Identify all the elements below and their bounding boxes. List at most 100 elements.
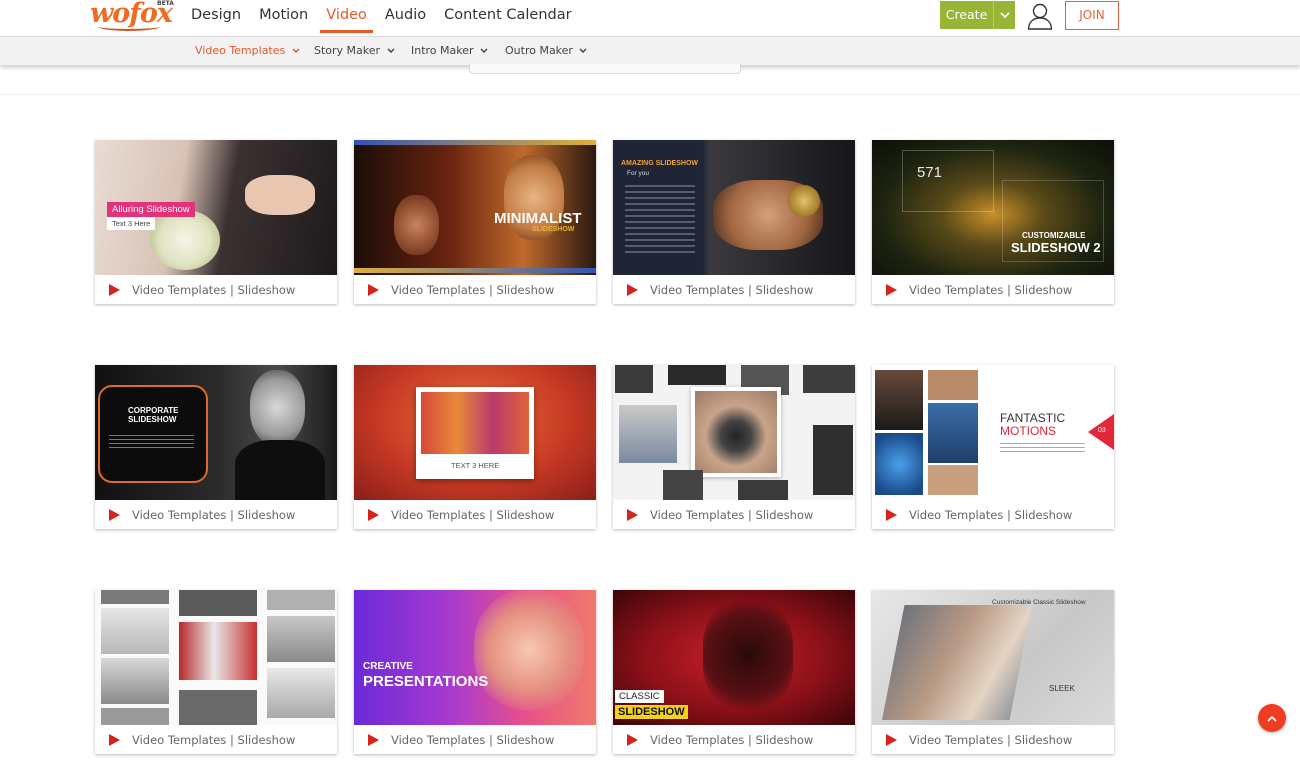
thumbnail-subtitle: SLIDESHOW — [532, 226, 575, 233]
top-navbar: wofox BETA Design Motion Video Audio Con… — [0, 0, 1300, 36]
thumbnail-counter: 03 — [1098, 427, 1106, 434]
body-text-lines — [625, 185, 695, 255]
collage-photo — [101, 658, 169, 704]
subnav-item-story-maker[interactable]: Story Maker — [314, 37, 395, 65]
face-shape — [250, 370, 305, 445]
color-strip — [354, 140, 596, 145]
template-meta: Video Templates | Slideshow — [872, 275, 1114, 304]
subnav-item-outro-maker[interactable]: Outro Maker — [505, 37, 587, 65]
template-thumbnail[interactable]: CORPORATE SLIDESHOW — [95, 365, 337, 500]
collage-photo — [101, 608, 169, 654]
subnav-label: Intro Maker — [411, 44, 474, 57]
body-text-lines — [1000, 443, 1085, 455]
photo-panel — [882, 605, 1032, 720]
nav-item-design[interactable]: Design — [191, 0, 241, 32]
template-thumbnail[interactable]: CREATIVE PRESENTATIONS — [354, 590, 596, 725]
template-card[interactable]: Alluring Slideshow Text 3 Here Video Tem… — [95, 140, 337, 304]
template-thumbnail[interactable]: Customizable Classic Slideshow SLEEK — [872, 590, 1114, 725]
search-bar-edge[interactable] — [469, 64, 741, 74]
template-thumbnail[interactable]: CLASSIC SLIDESHOW — [613, 590, 855, 725]
template-category: Video Templates | Slideshow — [132, 282, 296, 297]
create-button-label: Create — [940, 1, 994, 29]
template-card[interactable]: 571 CUSTOMIZABLE SLIDESHOW 2 Video Templ… — [872, 140, 1114, 304]
template-meta: Video Templates | Slideshow — [95, 275, 337, 304]
collage-photo — [663, 470, 703, 500]
template-category: Video Templates | Slideshow — [391, 282, 555, 297]
chevron-down-icon[interactable] — [994, 1, 1015, 29]
template-thumbnail[interactable]: TEXT 3 HERE — [354, 365, 596, 500]
chevron-up-icon — [1267, 715, 1277, 722]
template-card[interactable]: AMAZING SLIDESHOW For you Video Template… — [613, 140, 855, 304]
subnav-label: Story Maker — [314, 44, 381, 57]
join-button[interactable]: JOIN — [1065, 1, 1119, 30]
nav-item-video[interactable]: Video — [320, 0, 373, 33]
template-meta: Video Templates | Slideshow — [613, 725, 855, 754]
template-card[interactable]: Video Templates | Slideshow — [95, 590, 337, 754]
thumbnail-title: AMAZING SLIDESHOW — [621, 160, 698, 167]
collage-photo — [101, 708, 169, 725]
template-category: Video Templates | Slideshow — [909, 732, 1073, 747]
play-icon — [886, 733, 897, 746]
thumbnail-title: FANTASTIC — [1000, 411, 1066, 425]
template-card[interactable]: MINIMALIST SLIDESHOW Video Templates | S… — [354, 140, 596, 304]
template-thumbnail[interactable]: Alluring Slideshow Text 3 Here — [95, 140, 337, 275]
frame-lines — [902, 150, 994, 212]
template-thumbnail[interactable]: 571 CUSTOMIZABLE SLIDESHOW 2 — [872, 140, 1114, 275]
template-card[interactable]: CREATIVE PRESENTATIONS Video Templates |… — [354, 590, 596, 754]
template-card[interactable]: TEXT 3 HERE Video Templates | Slideshow — [354, 365, 596, 529]
user-icon[interactable] — [1027, 2, 1053, 30]
thumbnail-subtitle: SLEEK — [1049, 684, 1075, 693]
thumbnail-subtitle: PRESENTATIONS — [363, 673, 489, 690]
thumbnail-subtitle: Text 3 Here — [107, 217, 156, 230]
thumbnail-subtitle: SLIDESHOW 2 — [1011, 240, 1101, 255]
collage-photo — [928, 370, 978, 400]
thumbnail-subtitle: SLIDESHOW — [128, 415, 177, 424]
template-card[interactable]: Customizable Classic Slideshow SLEEK Vid… — [872, 590, 1114, 754]
collage-photo — [101, 590, 169, 604]
template-thumbnail[interactable] — [95, 590, 337, 725]
template-category: Video Templates | Slideshow — [132, 732, 296, 747]
play-icon — [886, 508, 897, 521]
template-meta: Video Templates | Slideshow — [95, 500, 337, 529]
play-icon — [368, 508, 379, 521]
photo-inner — [421, 392, 529, 454]
template-card[interactable]: Video Templates | Slideshow — [613, 365, 855, 529]
scroll-to-top-button[interactable] — [1258, 704, 1286, 732]
template-thumbnail[interactable]: AMAZING SLIDESHOW For you — [613, 140, 855, 275]
collage-photo — [875, 370, 923, 430]
template-category: Video Templates | Slideshow — [650, 507, 814, 522]
nav-item-audio[interactable]: Audio — [385, 0, 426, 32]
play-icon — [627, 733, 638, 746]
play-icon — [109, 283, 120, 296]
play-icon — [627, 283, 638, 296]
collage-photo — [928, 465, 978, 495]
face-shape — [474, 590, 584, 710]
template-thumbnail[interactable]: MINIMALIST SLIDESHOW — [354, 140, 596, 275]
template-thumbnail[interactable]: FANTASTIC MOTIONS 03 — [872, 365, 1114, 500]
beta-badge: BETA — [157, 0, 174, 7]
template-thumbnail[interactable] — [613, 365, 855, 500]
camera-shape — [695, 391, 777, 473]
template-card[interactable]: CLASSIC SLIDESHOW Video Templates | Slid… — [613, 590, 855, 754]
subnav-item-intro-maker[interactable]: Intro Maker — [411, 37, 488, 65]
template-category: Video Templates | Slideshow — [909, 282, 1073, 297]
subnav-item-video-templates[interactable]: Video Templates — [195, 37, 300, 65]
thumbnail-counter: 571 — [917, 164, 943, 181]
template-category: Video Templates | Slideshow — [391, 507, 555, 522]
template-meta: Video Templates | Slideshow — [613, 275, 855, 304]
camera-shape — [703, 600, 793, 710]
collage-main-photo — [691, 387, 781, 477]
nav-item-motion[interactable]: Motion — [259, 0, 308, 32]
nav-item-content-calendar[interactable]: Content Calendar — [444, 0, 571, 32]
chevron-down-icon — [579, 48, 587, 54]
collage-photo — [875, 433, 923, 495]
thumbnail-title: CLASSIC — [615, 690, 664, 703]
wofox-logo[interactable]: wofox BETA — [90, 0, 174, 32]
template-card[interactable]: CORPORATE SLIDESHOW Video Templates | Sl… — [95, 365, 337, 529]
create-button[interactable]: Create — [940, 1, 1015, 29]
title-frame — [98, 385, 208, 483]
template-card[interactable]: FANTASTIC MOTIONS 03 Video Templates | S… — [872, 365, 1114, 529]
thumbnail-title: TEXT 3 HERE — [451, 461, 500, 470]
thumbnail-title: CREATIVE — [363, 661, 413, 672]
collage-photo — [803, 365, 855, 393]
